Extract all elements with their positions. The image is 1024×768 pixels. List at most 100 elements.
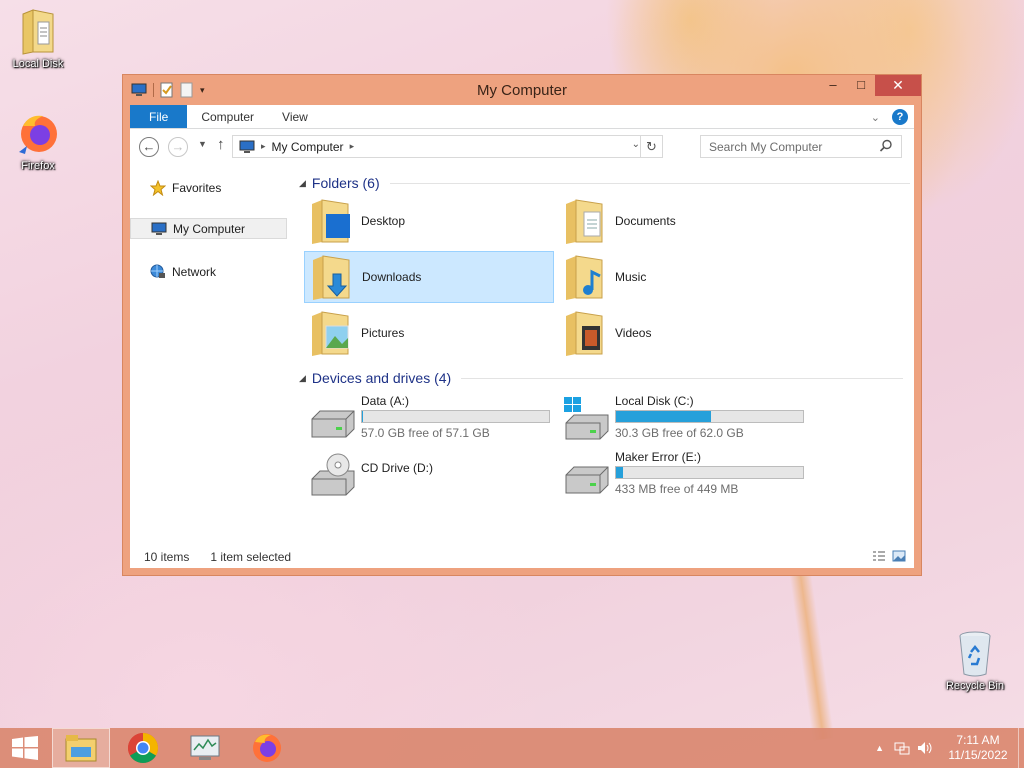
start-button[interactable]	[0, 728, 50, 768]
folder-downloads[interactable]: Downloads	[304, 251, 554, 303]
title-bar[interactable]: ▾ My Computer – □ ✕	[123, 75, 921, 105]
folder-icon	[22, 9, 54, 55]
collapse-icon[interactable]: ◢	[299, 373, 306, 384]
breadcrumb: ▸ My Computer ▸	[239, 140, 354, 154]
firefox-icon	[253, 734, 281, 762]
breadcrumb-chevron-icon[interactable]: ▸	[261, 141, 266, 152]
back-button[interactable]: ←	[139, 137, 159, 157]
show-desktop-button[interactable]	[1018, 728, 1024, 768]
nav-item-favorites[interactable]: Favorites	[130, 177, 287, 198]
taskbar-firefox[interactable]	[238, 728, 296, 768]
taskbar-task-manager[interactable]	[176, 728, 234, 768]
expand-ribbon-icon[interactable]: ⌄	[871, 111, 880, 124]
search-placeholder: Search My Computer	[709, 139, 823, 154]
clock-time: 7:11 AM	[956, 733, 1000, 747]
collapse-icon[interactable]: ◢	[299, 178, 306, 189]
forward-button[interactable]: →	[168, 137, 188, 157]
up-button[interactable]: ↑	[217, 136, 225, 153]
cd-drive-icon	[311, 453, 355, 496]
firefox-icon	[19, 115, 57, 154]
recent-locations-icon[interactable]: ▼	[198, 139, 207, 149]
desktop-icon-label: Recycle Bin	[945, 680, 1005, 692]
recycle-bin-icon	[959, 631, 991, 677]
computer-icon	[151, 222, 167, 235]
view-buttons	[872, 550, 906, 562]
taskbar-chrome[interactable]	[114, 728, 172, 768]
nav-item-label: Favorites	[172, 180, 222, 195]
documents-folder-icon	[566, 199, 603, 244]
status-bar: 10 items 1 item selected	[130, 546, 914, 568]
close-button[interactable]: ✕	[875, 75, 921, 96]
folder-label: Desktop	[361, 214, 406, 228]
removable-drive-icon	[565, 466, 609, 494]
group-header-drives[interactable]: ◢ Devices and drives (4)	[299, 370, 904, 386]
explorer-window: ▾ My Computer – □ ✕ File Computer View ⌄…	[122, 74, 922, 576]
folder-label: Pictures	[361, 326, 405, 340]
navigation-pane: Favorites My Computer Network	[130, 165, 292, 546]
nav-item-my-computer[interactable]: My Computer	[130, 218, 287, 239]
folder-desktop[interactable]: Desktop	[304, 195, 554, 247]
videos-folder-icon	[566, 311, 603, 356]
drive-name: CD Drive (D:)	[361, 461, 433, 475]
hard-drive-icon	[311, 410, 355, 438]
system-drive-icon	[564, 397, 609, 440]
ribbon-right: ⌄ ?	[871, 109, 908, 125]
group-header-folders[interactable]: ◢ Folders (6)	[299, 175, 910, 191]
volume-icon[interactable]	[916, 740, 934, 756]
wallpaper-decoration	[787, 559, 835, 741]
nav-item-network[interactable]: Network	[130, 261, 287, 282]
search-icon	[879, 139, 892, 152]
drive-a[interactable]: Data (A:) 57.0 GB free of 57.1 GB	[304, 391, 554, 443]
search-input[interactable]: Search My Computer	[700, 135, 902, 158]
group-divider	[461, 377, 904, 379]
content-pane: ◢ Folders (6) Desktop Documents Download…	[296, 165, 914, 546]
drive-free-space: 57.0 GB free of 57.1 GB	[361, 426, 490, 440]
tab-computer[interactable]: Computer	[187, 105, 268, 128]
taskbar: ▲ 7:11 AM 11/15/2022	[0, 728, 1024, 768]
address-bar[interactable]: ▸ My Computer ▸ ⌄ ↻	[232, 135, 663, 158]
drive-e[interactable]: Maker Error (E:) 433 MB free of 449 MB	[558, 447, 808, 499]
tab-file[interactable]: File	[130, 105, 188, 128]
address-dropdown-icon[interactable]: ⌄	[632, 139, 640, 150]
windows-logo-icon	[12, 736, 38, 760]
folder-music[interactable]: Music	[558, 251, 808, 303]
status-selection: 1 item selected	[210, 550, 292, 564]
window-title: My Computer	[476, 82, 568, 99]
status-item-count: 10 items	[144, 550, 190, 564]
network-status-icon[interactable]	[894, 740, 910, 756]
taskbar-file-explorer[interactable]	[52, 728, 110, 768]
desktop-icon-local-disk[interactable]: Local Disk	[0, 8, 76, 70]
drive-free-space: 30.3 GB free of 62.0 GB	[615, 426, 744, 440]
large-icons-view-icon[interactable]	[892, 550, 906, 562]
computer-icon	[239, 140, 255, 153]
drive-usage-fill	[616, 467, 623, 478]
drive-usage-bar	[361, 410, 550, 423]
group-divider	[389, 182, 910, 184]
folder-documents[interactable]: Documents	[558, 195, 808, 247]
drive-c[interactable]: Local Disk (C:) 30.3 GB free of 62.0 GB	[558, 391, 808, 443]
breadcrumb-item[interactable]: My Computer	[272, 140, 344, 154]
network-icon	[150, 264, 165, 278]
refresh-button[interactable]: ↻	[640, 136, 662, 157]
group-header-label: Devices and drives (4)	[311, 370, 452, 386]
drive-d[interactable]: CD Drive (D:)	[304, 447, 554, 499]
folder-pictures[interactable]: Pictures	[304, 307, 554, 359]
clock-date: 11/15/2022	[948, 748, 1008, 762]
breadcrumb-chevron-icon[interactable]: ▸	[350, 141, 355, 152]
details-view-icon[interactable]	[872, 550, 886, 562]
navigation-bar: ← → ▼ ↑ ▸ My Computer ▸ ⌄ ↻ Search My Co…	[130, 129, 914, 165]
maximize-button[interactable]: □	[847, 75, 875, 96]
tab-view[interactable]: View	[268, 105, 322, 128]
help-icon[interactable]: ?	[892, 109, 908, 125]
folder-label: Music	[615, 270, 647, 284]
desktop-icon-firefox[interactable]: Firefox	[0, 112, 76, 172]
drive-usage-bar	[615, 466, 804, 479]
drive-usage-fill	[362, 411, 364, 422]
show-hidden-icons-icon[interactable]: ▲	[875, 743, 884, 753]
desktop-icon-recycle-bin[interactable]: Recycle Bin	[937, 630, 1013, 692]
nav-item-label: Network	[172, 264, 217, 279]
clock[interactable]: 7:11 AM 11/15/2022	[938, 733, 1018, 763]
minimize-button[interactable]: –	[819, 75, 847, 96]
folder-videos[interactable]: Videos	[558, 307, 808, 359]
desktop-icon-label: Local Disk	[12, 58, 64, 70]
